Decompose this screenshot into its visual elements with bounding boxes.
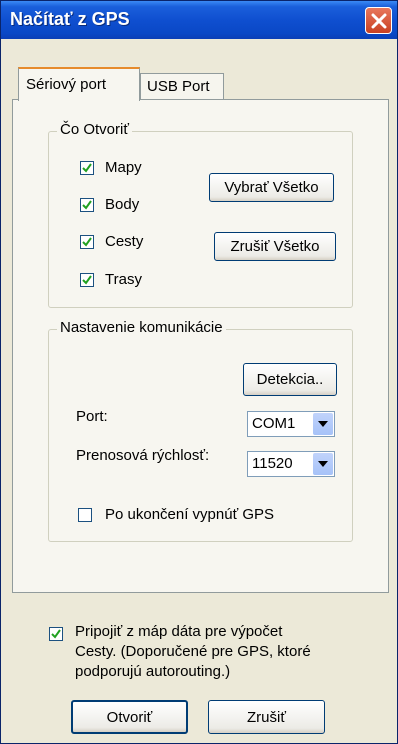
select-all-button[interactable]: Vybrať Všetko [209, 173, 334, 202]
open-options-group: Čo Otvoriť Mapy Body Cesty Trasy Vybrať … [48, 121, 353, 308]
attach-map-data-checkbox[interactable] [49, 627, 63, 641]
detect-button[interactable]: Detekcia.. [243, 363, 337, 396]
tracks-checkbox[interactable] [80, 273, 94, 287]
dropdown-button[interactable] [313, 453, 333, 475]
select-all-label: Vybrať Všetko [224, 179, 319, 196]
title-bar[interactable]: Načítať z GPS [1, 1, 397, 39]
clear-all-label: Zrušiť Všetko [230, 238, 320, 255]
baud-rate-select[interactable]: 11520 [247, 451, 335, 477]
port-label: Port: [76, 408, 108, 425]
close-icon [371, 13, 387, 29]
open-button[interactable]: Otvoriť [71, 700, 188, 734]
dropdown-button[interactable] [313, 413, 333, 435]
chevron-down-icon [318, 461, 328, 467]
points-checkbox[interactable] [80, 198, 94, 212]
close-button[interactable] [365, 7, 392, 34]
turn-off-gps-label: Po ukončení vypnúť GPS [105, 506, 275, 523]
window-title: Načítať z GPS [10, 9, 130, 29]
serial-port-panel: Čo Otvoriť Mapy Body Cesty Trasy Vybrať … [12, 99, 389, 593]
attach-map-data-line-2: Cesty. (Doporučené pre GPS, ktoré [75, 643, 311, 660]
tracks-label: Trasy [105, 271, 142, 288]
cancel-button[interactable]: Zrušiť [208, 700, 325, 734]
turn-off-gps-checkbox[interactable] [78, 508, 92, 522]
communication-group: Nastavenie komunikácie Detekcia.. Port: … [48, 319, 353, 542]
dialog-window: Načítať z GPS Sériový port USB Port Čo O… [0, 0, 398, 744]
routes-checkbox[interactable] [80, 235, 94, 249]
tab-serial-port[interactable]: Sériový port [18, 67, 140, 101]
baud-rate-label: Prenosová rýchlosť: [76, 447, 210, 464]
points-label: Body [105, 196, 140, 213]
communication-legend: Nastavenie komunikácie [57, 319, 226, 336]
maps-checkbox[interactable] [80, 161, 94, 175]
port-select[interactable]: COM1 [247, 411, 335, 437]
open-options-legend: Čo Otvoriť [57, 121, 132, 138]
checkmark-icon [51, 629, 61, 639]
port-value: COM1 [252, 415, 296, 432]
chevron-down-icon [318, 421, 328, 427]
maps-label: Mapy [105, 159, 142, 176]
clear-all-button[interactable]: Zrušiť Všetko [214, 232, 336, 261]
cancel-button-label: Zrušiť [247, 709, 286, 726]
baud-rate-value: 11520 [252, 455, 293, 472]
detect-label: Detekcia.. [256, 371, 324, 388]
checkmark-icon [82, 237, 92, 247]
tab-usb-port-label: USB Port [147, 78, 210, 95]
checkmark-icon [82, 200, 92, 210]
tab-usb-port[interactable]: USB Port [140, 73, 224, 100]
checkmark-icon [82, 163, 92, 173]
routes-label: Cesty [105, 233, 144, 250]
attach-map-data-line-3: podporujú autorouting.) [75, 663, 231, 680]
checkmark-icon [82, 275, 92, 285]
tab-serial-port-label: Sériový port [26, 76, 107, 93]
attach-map-data-line-1: Pripojiť z máp dáta pre výpočet [75, 623, 283, 640]
open-button-label: Otvoriť [106, 709, 153, 726]
